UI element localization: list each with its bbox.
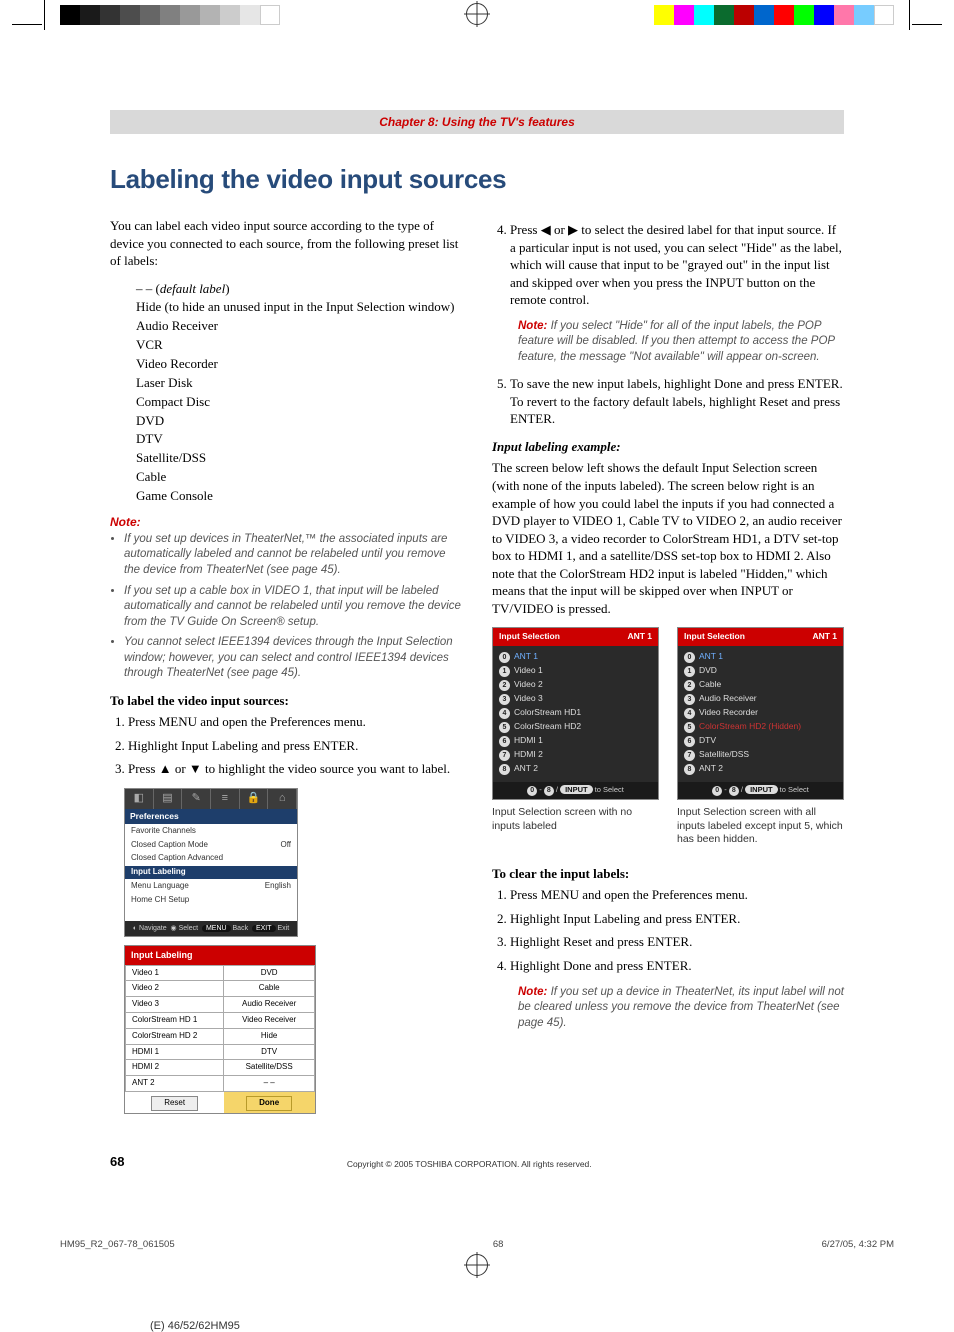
- label-item: Laser Disk: [136, 374, 462, 393]
- osd-row: Favorite Channels: [125, 824, 297, 838]
- step-item: Highlight Reset and press ENTER.: [510, 933, 844, 951]
- label-item: Satellite/DSS: [136, 449, 462, 468]
- caption-right: Input Selection screen with all inputs l…: [677, 806, 844, 847]
- osd-row: Menu LanguageEnglish: [125, 879, 297, 893]
- osd-tab-icon: ✎: [182, 789, 211, 809]
- meta-filename: HM95_R2_067-78_061505: [60, 1239, 175, 1250]
- osd-done-button: Done: [246, 1096, 292, 1111]
- example-heading: Input labeling example:: [492, 438, 844, 456]
- osd-row: Closed Caption ModeOff: [125, 838, 297, 852]
- osd-reset-button: Reset: [151, 1096, 198, 1111]
- note-item: You cannot select IEEE1394 devices throu…: [124, 635, 462, 682]
- step-item: Highlight Input Labeling and press ENTER…: [128, 737, 462, 755]
- step-item: Highlight Done and press ENTER.: [510, 957, 844, 975]
- printer-marks-top: [0, 0, 954, 50]
- clear-steps: Press MENU and open the Preferences menu…: [510, 886, 844, 974]
- label-default: – – (default label): [136, 280, 462, 299]
- meta-page: 68: [493, 1239, 504, 1250]
- osd-input-selection-default: Input SelectionANT 1 0ANT 1 1Video 1 2Vi…: [492, 627, 659, 799]
- step-item: Highlight Input Labeling and press ENTER…: [510, 910, 844, 928]
- registration-mark-icon: [466, 1254, 488, 1276]
- osd-row-highlighted: Input Labeling: [125, 866, 297, 880]
- copyright-text: Copyright © 2005 TOSHIBA CORPORATION. Al…: [124, 1159, 814, 1169]
- label-item: Audio Receiver: [136, 317, 462, 336]
- inline-note: Note: If you select "Hide" for all of th…: [518, 319, 844, 366]
- page-content: Chapter 8: Using the TV's features Label…: [0, 50, 954, 1209]
- example-body: The screen below left shows the default …: [492, 459, 844, 617]
- left-column: You can label each video input source ac…: [110, 217, 462, 1114]
- preset-label-list: – – (default label) Hide (to hide an unu…: [136, 280, 462, 506]
- label-item: VCR: [136, 336, 462, 355]
- model-text: (E) 46/52/62HM95: [0, 1294, 954, 1332]
- color-bar: [654, 5, 894, 25]
- osd-tab-icon: ◧: [125, 789, 154, 809]
- note-item: If you set up a cable box in VIDEO 1, th…: [124, 584, 462, 631]
- note-heading: Note:: [110, 514, 462, 530]
- label-item: Video Recorder: [136, 355, 462, 374]
- step-item: Press MENU and open the Preferences menu…: [510, 886, 844, 904]
- osd-nav-hint: ◐ Navigate ◉ Select MENU Back EXIT Exit: [125, 921, 297, 936]
- page-number: 68: [110, 1154, 124, 1169]
- osd-row: Closed Caption Advanced: [125, 852, 297, 866]
- inline-note: Note: If you set up a device in TheaterN…: [518, 985, 844, 1032]
- step-item: Press MENU and open the Preferences menu…: [128, 713, 462, 731]
- label-item: Game Console: [136, 487, 462, 506]
- clear-heading: To clear the input labels:: [492, 865, 844, 883]
- osd-input-labeling-screenshot: Input Labeling Video 1DVD Video 2Cable V…: [124, 945, 316, 1113]
- label-item: DTV: [136, 430, 462, 449]
- right-column: Press ◀ or ▶ to select the desired label…: [492, 217, 844, 1114]
- caption-left: Input Selection screen with no inputs la…: [492, 806, 659, 847]
- steps-continued-2: To save the new input labels, highlight …: [510, 375, 844, 428]
- chapter-header: Chapter 8: Using the TV's features: [110, 110, 844, 134]
- note-item: If you set up devices in TheaterNet,™ th…: [124, 532, 462, 579]
- osd-tab-icon: ≡: [211, 789, 240, 809]
- step-item: Press ▲ or ▼ to highlight the video sour…: [128, 760, 462, 778]
- osd-tab-icon: 🔒: [240, 789, 269, 809]
- steps-continued: Press ◀ or ▶ to select the desired label…: [510, 221, 844, 309]
- label-item: Compact Disc: [136, 393, 462, 412]
- page-title: Labeling the video input sources: [110, 164, 844, 195]
- meta-date: 6/27/05, 4:32 PM: [822, 1239, 894, 1250]
- page-footer: 68 Copyright © 2005 TOSHIBA CORPORATION.…: [110, 1154, 844, 1169]
- osd-input-selection-labeled: Input SelectionANT 1 0ANT 1 1DVD 2Cable …: [677, 627, 844, 799]
- screenshot-captions: Input Selection screen with no inputs la…: [492, 806, 844, 847]
- step-item: Press ◀ or ▶ to select the desired label…: [510, 221, 844, 309]
- howto-steps: Press MENU and open the Preferences menu…: [128, 713, 462, 778]
- intro-paragraph: You can label each video input source ac…: [110, 217, 462, 270]
- label-item: DVD: [136, 412, 462, 431]
- osd-tab-icon: ▤: [154, 789, 183, 809]
- grayscale-bar: [60, 5, 280, 25]
- note-list: If you set up devices in TheaterNet,™ th…: [110, 532, 462, 682]
- print-meta-line: HM95_R2_067-78_061505 68 6/27/05, 4:32 P…: [0, 1209, 954, 1254]
- osd-tab-icon: ⌂: [268, 789, 297, 809]
- howto-heading: To label the video input sources:: [110, 692, 462, 710]
- step-item: To save the new input labels, highlight …: [510, 375, 844, 428]
- label-hide: Hide (to hide an unused input in the Inp…: [136, 298, 462, 317]
- osd-header: Input Labeling: [125, 946, 315, 964]
- label-item: Cable: [136, 468, 462, 487]
- osd-section-title: Preferences: [125, 809, 297, 824]
- osd-row: Home CH Setup: [125, 893, 297, 907]
- osd-preferences-screenshot: ◧ ▤ ✎ ≡ 🔒 ⌂ Preferences Favorite Channel…: [124, 788, 298, 938]
- printer-marks-bottom: [0, 1254, 954, 1294]
- registration-mark-icon: [466, 3, 488, 25]
